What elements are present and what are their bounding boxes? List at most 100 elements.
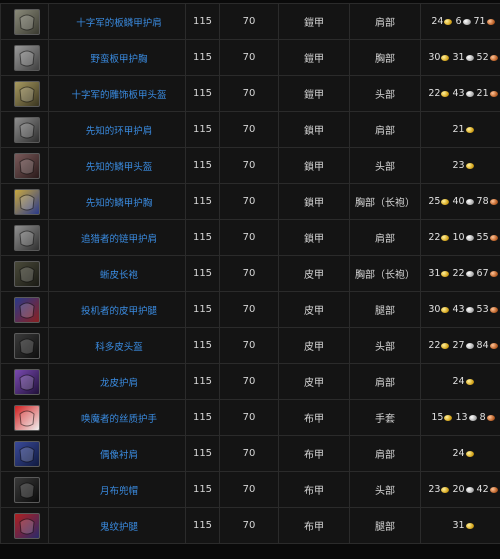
plate-helm-icon[interactable] [14, 81, 40, 107]
mail-chest-icon[interactable] [14, 189, 40, 215]
item-name-link[interactable]: 月布兜帽 [96, 486, 138, 497]
sell-price: 222784 [421, 328, 500, 364]
required-level: 70 [220, 472, 279, 508]
sell-price: 31 [421, 508, 500, 544]
cloth-shoulder-icon[interactable] [14, 441, 40, 467]
leather-robe-icon[interactable] [14, 261, 40, 287]
item-name-link[interactable]: 先知的鳞甲护胸 [82, 198, 153, 209]
sell-price: 15138 [421, 400, 500, 436]
item-name-link[interactable]: 十字军的雕饰板甲头盔 [67, 90, 166, 101]
item-level: 115 [186, 40, 220, 76]
table-row: 唤魔者的丝质护手11570布甲手套15138 [1, 400, 500, 436]
equip-slot: 胸部 [350, 40, 421, 76]
item-level: 115 [186, 364, 220, 400]
item-name-link[interactable]: 追猎者的链甲护肩 [77, 234, 157, 245]
equip-slot: 头部 [350, 76, 421, 112]
item-name-cell: 十字军的板鳞甲护肩 [49, 4, 186, 40]
item-name-link[interactable]: 蜥皮长袍 [96, 270, 138, 281]
gold-amount: 15 [431, 412, 443, 423]
item-icon-cell [1, 220, 49, 256]
copper-coin-icon [487, 415, 495, 421]
copper-amount: 52 [477, 52, 489, 63]
copper-amount: 84 [477, 340, 489, 351]
item-name-link[interactable]: 先知的鳞甲头盔 [82, 162, 153, 173]
sell-price: 312267 [421, 256, 500, 292]
item-name-link[interactable]: 先知的环甲护肩 [82, 126, 153, 137]
table-row: 十字军的板鳞甲护肩11570鎧甲肩部24671 [1, 4, 500, 40]
mail-shoulder-icon[interactable] [14, 225, 40, 251]
item-level: 115 [186, 220, 220, 256]
item-level: 115 [186, 184, 220, 220]
item-name-link[interactable]: 龙皮护肩 [96, 378, 138, 389]
item-name-link[interactable]: 偶像衬肩 [96, 450, 138, 461]
gold-coin-icon [466, 379, 474, 385]
item-name-link[interactable]: 野蛮板甲护胸 [86, 54, 147, 65]
price-group: 254078 [428, 196, 499, 207]
gold-amount: 24 [452, 376, 464, 387]
gold-coin-icon [441, 343, 449, 349]
price-group: 23 [452, 160, 475, 171]
item-icon-cell [1, 256, 49, 292]
silver-coin-icon [469, 415, 477, 421]
sell-price: 23 [421, 148, 500, 184]
cloth-legs-icon[interactable] [14, 513, 40, 539]
armor-type: 鎖甲 [279, 184, 350, 220]
leather-hood-icon[interactable] [14, 333, 40, 359]
required-level: 70 [220, 76, 279, 112]
required-level: 70 [220, 4, 279, 40]
gold-amount: 21 [452, 124, 464, 135]
cloth-hood-icon[interactable] [14, 477, 40, 503]
item-name-cell: 科多皮头盔 [49, 328, 186, 364]
table-row: 先知的环甲护肩11570鎖甲肩部21 [1, 112, 500, 148]
item-name-cell: 十字军的雕饰板甲头盔 [49, 76, 186, 112]
item-name-link[interactable]: 科多皮头盔 [91, 342, 143, 353]
chest-armor-icon[interactable] [14, 45, 40, 71]
gold-amount: 23 [452, 160, 464, 171]
dragonhide-shoulder-icon[interactable] [14, 369, 40, 395]
gold-amount: 22 [428, 340, 440, 351]
price-group: 221055 [428, 232, 499, 243]
item-level: 115 [186, 76, 220, 112]
required-level: 70 [220, 508, 279, 544]
silver-coin-icon [466, 199, 474, 205]
item-name-cell: 月布兜帽 [49, 472, 186, 508]
price-group: 24 [452, 376, 475, 387]
price-group: 222784 [428, 340, 499, 351]
armor-type: 鎖甲 [279, 220, 350, 256]
item-table: 十字军的板鳞甲护肩11570鎧甲肩部24671野蛮板甲护胸11570鎧甲胸部30… [0, 3, 500, 544]
item-name-link[interactable]: 投机者的皮甲护腿 [77, 306, 157, 317]
copper-coin-icon [490, 55, 498, 61]
copper-coin-icon [490, 235, 498, 241]
equip-slot: 头部 [350, 328, 421, 364]
item-name-cell: 先知的鳞甲护胸 [49, 184, 186, 220]
gold-amount: 24 [431, 16, 443, 27]
silver-amount: 6 [455, 16, 461, 27]
mail-shoulder-icon[interactable] [14, 117, 40, 143]
gold-coin-icon [441, 271, 449, 277]
mail-helm-icon[interactable] [14, 153, 40, 179]
required-level: 70 [220, 184, 279, 220]
item-name-link[interactable]: 鬼纹护腿 [96, 522, 138, 533]
price-group: 232042 [428, 484, 499, 495]
item-name-link[interactable]: 唤魔者的丝质护手 [77, 414, 157, 425]
table-row: 科多皮头盔11570皮甲头部222784 [1, 328, 500, 364]
leather-legs-icon[interactable] [14, 297, 40, 323]
equip-slot: 肩部 [350, 436, 421, 472]
armor-type: 皮甲 [279, 364, 350, 400]
armor-type: 皮甲 [279, 256, 350, 292]
gold-amount: 24 [452, 448, 464, 459]
item-level: 115 [186, 328, 220, 364]
equip-slot: 肩部 [350, 220, 421, 256]
item-name-link[interactable]: 十字军的板鳞甲护肩 [72, 18, 162, 29]
helmet-shoulder-icon[interactable] [14, 9, 40, 35]
silver-coin-icon [466, 55, 474, 61]
silver-amount: 40 [452, 196, 464, 207]
silver-amount: 10 [452, 232, 464, 243]
table-row: 追猎者的链甲护肩11570鎖甲肩部221055 [1, 220, 500, 256]
table-row: 野蛮板甲护胸11570鎧甲胸部303152 [1, 40, 500, 76]
item-icon-cell [1, 436, 49, 472]
gold-amount: 31 [452, 520, 464, 531]
armor-type: 鎧甲 [279, 4, 350, 40]
cloth-gloves-icon[interactable] [14, 405, 40, 431]
required-level: 70 [220, 400, 279, 436]
